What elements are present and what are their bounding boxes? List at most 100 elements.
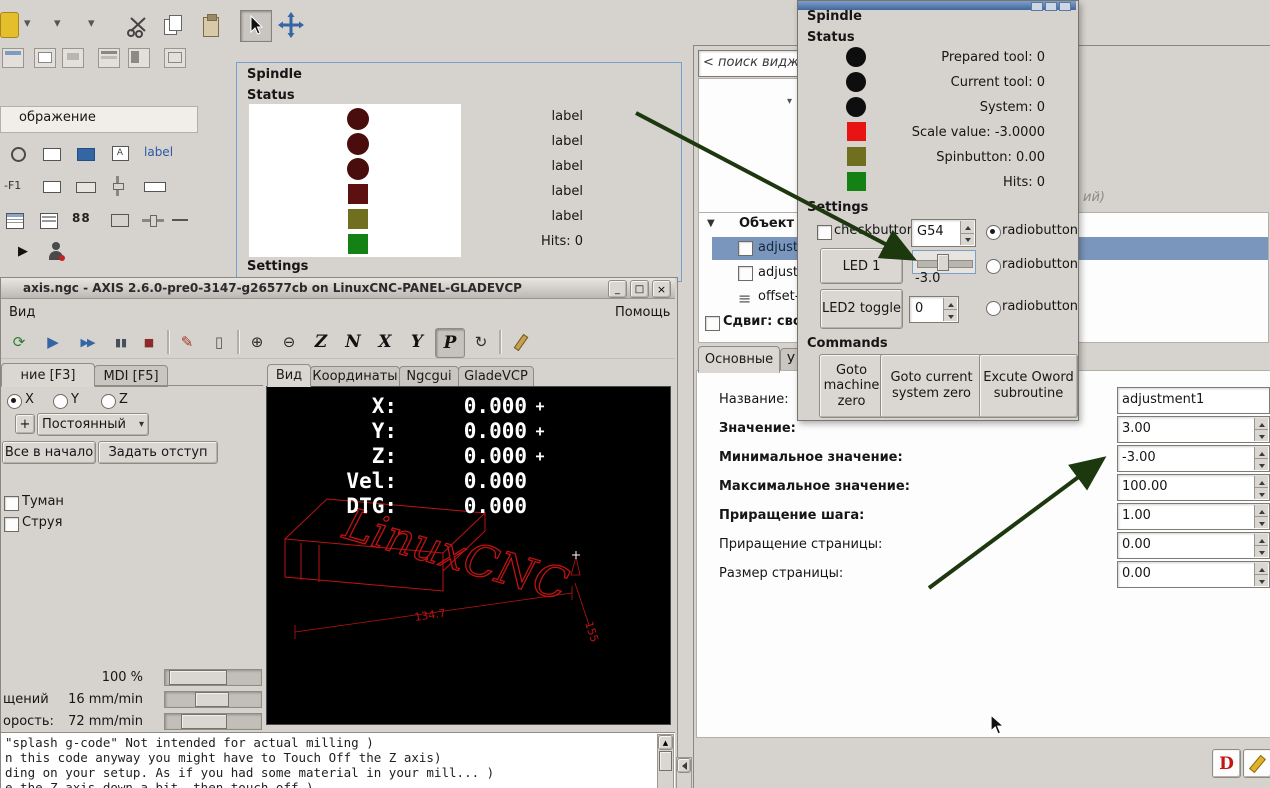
devhelp-button[interactable]: D [1212, 749, 1241, 778]
palette-icon-spinbutton[interactable] [74, 179, 98, 195]
tab-general[interactable]: Основные [698, 346, 780, 373]
spinner[interactable] [1254, 447, 1268, 470]
console-scrollbar[interactable]: ▲ [657, 734, 674, 788]
goto-machine-zero-button[interactable]: Goto machine zero [819, 354, 884, 418]
spinbutton[interactable]: 0 [909, 296, 959, 323]
view-z-button[interactable]: Z [307, 328, 335, 356]
menu-help[interactable]: Помощь [615, 305, 670, 320]
toolbar-icon[interactable] [98, 48, 120, 68]
tab-mdi[interactable]: MDI [F5] [94, 365, 168, 387]
chevron-down-icon[interactable]: ▾ [88, 16, 95, 31]
row-checkbox[interactable] [738, 241, 753, 256]
tab-coordinates[interactable]: Координаты [310, 366, 400, 387]
spinner[interactable] [1254, 418, 1268, 441]
clear-plot-button[interactable] [507, 328, 535, 356]
radiobutton-3[interactable] [986, 301, 1001, 316]
prop-entry-page-inc[interactable]: 0.00 [1117, 532, 1270, 559]
close-button[interactable]: × [652, 280, 671, 298]
spinner[interactable] [1254, 563, 1268, 586]
minimize-button[interactable] [1031, 2, 1043, 11]
spinner[interactable] [1254, 476, 1268, 499]
pause-button[interactable]: ▮▮ [107, 328, 135, 356]
prop-entry-name[interactable]: adjustment1 [1117, 387, 1270, 414]
minimize-button[interactable]: _ [608, 280, 627, 298]
reload-button[interactable]: ⟳ [5, 328, 33, 356]
jog-speed-slider[interactable] [164, 691, 262, 708]
prop-entry-page-size[interactable]: 0.00 [1117, 561, 1270, 588]
g54-combo[interactable]: G54 [911, 219, 976, 247]
tab-ngcgui[interactable]: Ngcgui [399, 366, 459, 387]
axis-y-radio[interactable] [53, 394, 68, 409]
checkbutton[interactable] [817, 225, 832, 240]
toolbar-icon[interactable] [164, 48, 186, 68]
toolbar-icon[interactable] [62, 48, 84, 68]
prop-entry-value[interactable]: 3.00 [1117, 416, 1270, 443]
toolbar-icon[interactable] [34, 48, 56, 68]
palette-icon-person[interactable] [46, 242, 66, 264]
prop-entry-step[interactable]: 1.00 [1117, 503, 1270, 530]
slider-handle[interactable] [169, 670, 227, 685]
zoom-out-button[interactable]: ⊖ [275, 328, 303, 356]
tab-gladevcp[interactable]: GladeVCP [458, 366, 534, 387]
row-checkbox[interactable] [738, 266, 753, 281]
zoom-in-button[interactable]: ⊕ [243, 328, 271, 356]
message-console[interactable]: "splash g-code" Not intended for actual … [1, 732, 675, 788]
palette-icon-box[interactable] [108, 213, 132, 227]
spinner[interactable] [1254, 534, 1268, 557]
expander-icon[interactable]: ▼ [707, 218, 715, 229]
palette-icon-accel[interactable]: -F1 [4, 179, 32, 195]
palette-icon-separator[interactable] [172, 219, 188, 221]
stop-button[interactable]: ■ [135, 328, 163, 356]
led2-toggle-button[interactable]: LED2 toggle [820, 289, 903, 329]
chevron-down-icon[interactable]: ▾ [54, 16, 61, 31]
toolbar-icon[interactable] [2, 48, 24, 68]
new-file-icon[interactable] [0, 12, 19, 38]
radiobutton-2[interactable] [986, 259, 1001, 274]
axis-x-radio[interactable] [7, 394, 22, 409]
touch-off-button[interactable]: ✎ [173, 328, 201, 356]
paste-icon[interactable] [201, 14, 223, 38]
menu-view[interactable]: Вид [9, 305, 35, 320]
select-tool-button[interactable] [240, 10, 272, 42]
view-p-button[interactable]: P [435, 328, 465, 358]
workspace-caret-icon[interactable]: ▾ [787, 96, 792, 107]
run-from-line-button[interactable]: ▶▶ [73, 328, 101, 356]
slider-handle[interactable] [181, 714, 227, 729]
max-speed-slider[interactable] [164, 713, 262, 730]
spinner[interactable] [943, 298, 957, 321]
palette-icon-hscale[interactable] [142, 214, 164, 227]
set-offset-button[interactable]: Задать отступ [98, 441, 218, 464]
side-scrollbar[interactable] [676, 757, 692, 788]
home-all-button[interactable]: Все в начало [2, 441, 96, 464]
spinner[interactable] [1254, 505, 1268, 528]
editor-button[interactable] [1243, 749, 1270, 778]
view-y-button[interactable]: Y [403, 328, 431, 356]
palette-section-header[interactable]: ображение [0, 106, 198, 133]
rotate-view-button[interactable]: ↻ [467, 328, 495, 356]
toolbar-icon[interactable] [128, 48, 150, 68]
palette-icon-progress[interactable] [142, 179, 168, 195]
maximize-button[interactable]: □ [630, 280, 649, 298]
palette-icon-image[interactable] [74, 146, 98, 162]
maximize-button[interactable] [1045, 2, 1057, 11]
jog-plus-button[interactable]: + [15, 414, 35, 434]
close-button[interactable] [1059, 2, 1071, 11]
palette-icon-textview[interactable]: A [108, 145, 132, 162]
palette-icon-calendar[interactable] [6, 213, 24, 229]
prop-entry-max[interactable]: 100.00 [1117, 474, 1270, 501]
slider-handle[interactable] [195, 692, 229, 707]
scroll-arrow-button[interactable] [677, 758, 691, 773]
spinner[interactable] [960, 221, 974, 245]
slider-handle[interactable] [937, 254, 949, 271]
tab-preview[interactable]: Вид [267, 364, 311, 387]
flood-checkbox[interactable] [4, 517, 19, 532]
chevron-down-icon[interactable]: ▾ [24, 16, 31, 31]
radiobutton-1[interactable] [986, 225, 1001, 240]
cut-icon[interactable] [126, 14, 152, 38]
view-x-button[interactable]: X [371, 328, 399, 356]
scroll-up-button[interactable]: ▲ [658, 735, 673, 750]
view-z2-button[interactable]: N [339, 328, 367, 356]
gcode-preview[interactable]: LinuxCNC 134.7 155 X: 0.000 + Y: 0.000 + Z: 0… [266, 386, 671, 725]
led1-button[interactable]: LED 1 [820, 248, 903, 284]
palette-icon-radio[interactable] [6, 146, 30, 162]
